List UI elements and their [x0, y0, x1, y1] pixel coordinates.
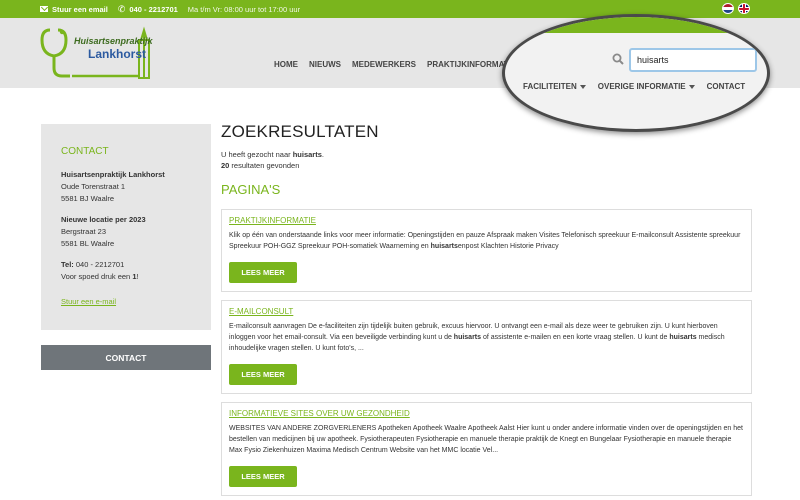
searched-line: U heeft gezocht naar huisarts.	[221, 149, 752, 160]
logo-line-1: Huisartsenpraktijk	[74, 36, 153, 46]
tel-number: 040 - 2212701	[75, 260, 125, 269]
contact-strip: Stuur een email ✆ 040 - 2212701 Ma t/m V…	[40, 0, 300, 18]
snippet-text: of assistente e-mailen en een korte vraa…	[481, 334, 670, 341]
result-count-line: 20 resultaten gevonden	[221, 160, 752, 171]
phone-icon: ✆	[117, 3, 126, 14]
language-switcher	[722, 3, 750, 14]
contact-button[interactable]: CONTACT	[41, 345, 211, 370]
nav-faciliteiten-label: FACILITEITEN	[523, 82, 577, 91]
address-line-1: Oude Torenstraat 1	[61, 182, 126, 191]
search-icon[interactable]	[612, 53, 624, 65]
snippet-highlight: huisarts	[430, 243, 458, 250]
envelope-icon	[40, 6, 48, 12]
nav-overige-informatie[interactable]: OVERIGE INFORMATIE	[598, 82, 695, 91]
phone-link[interactable]: ✆ 040 - 2212701	[117, 3, 178, 14]
address-line-2: 5581 BJ Waalre	[61, 194, 115, 203]
lens-nav: FACILITEITEN OVERIGE INFORMATIE CONTACT	[523, 82, 745, 91]
contact-card-title: CONTACT	[61, 146, 109, 157]
read-more-button[interactable]: LEES MEER	[229, 466, 297, 487]
contact-card: CONTACT Huisartsenpraktijk Lankhorst Oud…	[41, 124, 211, 330]
snippet-text: enpost Klachten Historie Privacy	[457, 243, 559, 250]
emergency-note: Voor spoed druk een 1!	[61, 271, 191, 283]
practice-name: Huisartsenpraktijk Lankhorst	[61, 170, 165, 179]
site-logo[interactable]: Huisartsenpraktijk Lankhorst	[40, 26, 153, 81]
new-location-title: Nieuwe locatie per 2023	[61, 215, 146, 224]
searched-suffix: .	[321, 150, 324, 159]
tel-label: Tel:	[61, 260, 74, 269]
result-card: E-MAILCONSULT E-mailconsult aanvragen De…	[221, 300, 752, 394]
new-address-line-1: Bergstraat 23	[61, 227, 107, 236]
result-title-link[interactable]: E-MAILCONSULT	[229, 307, 744, 316]
result-snippet: E-mailconsult aanvragen De e-faciliteite…	[229, 321, 744, 354]
page-title: ZOEKRESULTATEN	[221, 122, 379, 141]
chevron-down-icon	[579, 84, 586, 89]
result-snippet: Klik op één van onderstaande links voor …	[229, 230, 744, 252]
searched-term: huisarts	[292, 150, 322, 159]
telephone: Tel: 040 - 2212701	[61, 259, 191, 271]
top-bar: Stuur een email ✆ 040 - 2212701 Ma t/m V…	[0, 0, 800, 18]
result-snippet: WEBSITES VAN ANDERE ZORGVERLENERS Apothe…	[229, 423, 744, 456]
phone-number: 040 - 2212701	[129, 4, 178, 14]
email-link[interactable]: Stuur een email	[40, 5, 108, 14]
read-more-button[interactable]: LEES MEER	[229, 262, 297, 283]
nav-faciliteiten[interactable]: FACILITEITEN	[523, 82, 586, 91]
email-link-label: Stuur een email	[52, 4, 108, 14]
result-title-link[interactable]: PRAKTIJKINFORMATIE	[229, 216, 744, 225]
new-address-line-2: 5581 BL Waalre	[61, 239, 115, 248]
english-flag-icon[interactable]	[738, 3, 750, 14]
nav-medewerkers[interactable]: MEDEWERKERS	[352, 60, 416, 69]
search-summary: U heeft gezocht naar huisarts. 20 result…	[221, 149, 752, 171]
magnifier-overlay: FACILITEITEN OVERIGE INFORMATIE CONTACT	[502, 14, 770, 132]
result-title-link[interactable]: INFORMATIEVE SITES OVER UW GEZONDHEID	[229, 409, 744, 418]
emergency-suffix: !	[136, 272, 139, 281]
emergency-prefix: Voor spoed druk een	[61, 272, 133, 281]
snippet-text: WEBSITES VAN ANDERE ZORGVERLENERS Apothe…	[229, 425, 744, 454]
nav-contact[interactable]: CONTACT	[707, 82, 746, 91]
search-results-main: ZOEKRESULTATEN U heeft gezocht naar huis…	[221, 122, 752, 197]
snippet-highlight: huisarts	[669, 334, 697, 341]
opening-hours: Ma t/m Vr: 08:00 uur tot 17:00 uur	[187, 4, 301, 14]
nav-overige-informatie-label: OVERIGE INFORMATIE	[597, 82, 686, 91]
lens-top-strip	[505, 17, 767, 33]
result-count-suffix: resultaten gevonden	[229, 161, 300, 170]
snippet-highlight: huisarts	[453, 334, 482, 341]
nav-nieuws[interactable]: NIEUWS	[309, 60, 341, 69]
search-input[interactable]	[629, 48, 757, 72]
send-email-link[interactable]: Stuur een e-mail	[61, 297, 191, 306]
chevron-down-icon	[688, 84, 695, 89]
result-card: INFORMATIEVE SITES OVER UW GEZONDHEID WE…	[221, 402, 752, 496]
read-more-button[interactable]: LEES MEER	[229, 364, 297, 385]
logo-line-2: Lankhorst	[88, 47, 147, 61]
dutch-flag-icon[interactable]	[722, 3, 734, 14]
searched-prefix: U heeft gezocht naar	[221, 150, 293, 159]
main-nav: HOME NIEUWS MEDEWERKERS PRAKTIJKINFORMAT…	[274, 60, 516, 69]
section-heading: PAGINA'S	[221, 182, 281, 197]
result-card: PRAKTIJKINFORMATIE Klik op één van onder…	[221, 209, 752, 292]
nav-home[interactable]: HOME	[274, 60, 298, 69]
